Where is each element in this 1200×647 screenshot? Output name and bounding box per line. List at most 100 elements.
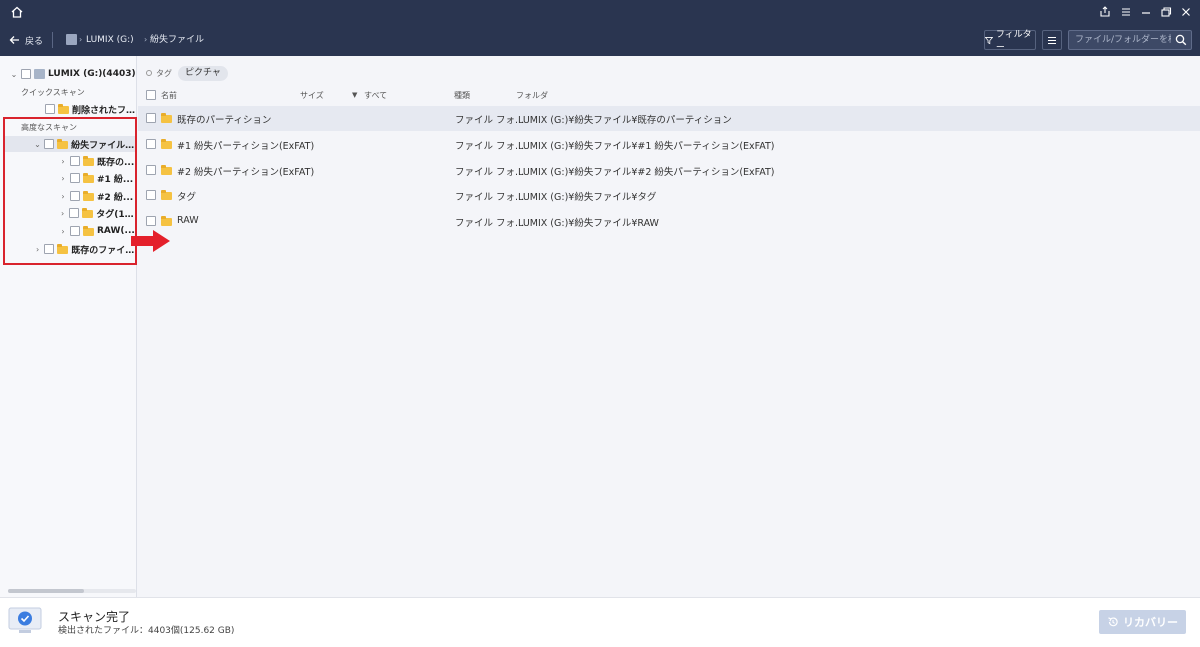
table-row[interactable]: #1 紛失パーティション(ExFAT) ファイル フォ... LUMIX (G:… xyxy=(138,132,1200,157)
chevron-right-icon[interactable]: › xyxy=(59,157,67,166)
title-bar xyxy=(0,0,1200,24)
tree-item-child[interactable]: › タグ(14... xyxy=(59,205,137,221)
breadcrumb-lost-files[interactable]: 紛失ファイル xyxy=(150,32,204,48)
chevron-right-icon[interactable]: › xyxy=(59,174,67,183)
chevron-right-icon[interactable]: › xyxy=(34,245,41,254)
table-row[interactable]: タグ ファイル フォ... LUMIX (G:)¥紛失ファイル¥タグ xyxy=(138,183,1200,208)
sidebar-tree: ⌄ LUMIX (G:)(4403) クイックスキャン 削除されたファ... 高… xyxy=(0,56,137,597)
tree-item-existing[interactable]: › 既存のファイル... xyxy=(34,241,137,257)
filter-icon xyxy=(985,36,993,44)
dropdown-caret-icon[interactable]: ▼ xyxy=(352,91,357,99)
menu-icon[interactable] xyxy=(1118,4,1134,20)
tree-item-child[interactable]: › 既存の... xyxy=(59,153,137,169)
column-folder[interactable]: フォルダ xyxy=(516,90,548,101)
folder-icon xyxy=(161,216,172,226)
tree-checkbox[interactable] xyxy=(70,191,80,201)
tree-label: 既存の... xyxy=(97,157,135,168)
recover-button[interactable]: リカバリー xyxy=(1099,610,1186,634)
list-view-button[interactable] xyxy=(1042,30,1062,50)
chevron-down-icon[interactable]: ⌄ xyxy=(34,140,41,149)
tree-checkbox[interactable] xyxy=(70,226,80,236)
row-checkbox[interactable] xyxy=(146,139,156,149)
row-name: #1 紛失パーティション(ExFAT) xyxy=(177,141,315,152)
chevron-right-icon[interactable]: › xyxy=(59,227,67,236)
arrow-left-icon xyxy=(9,36,19,44)
row-checkbox[interactable] xyxy=(146,216,156,226)
chevron-right-icon[interactable]: › xyxy=(59,192,67,201)
row-name: #2 紛失パーティション(ExFAT) xyxy=(177,167,315,178)
folder-icon xyxy=(161,165,172,175)
row-folder: LUMIX (G:)¥紛失ファイル¥既存のパーティション xyxy=(518,115,732,126)
folder-icon xyxy=(57,244,69,254)
row-name: 既存のパーティション xyxy=(177,115,272,126)
table-row[interactable]: 既存のパーティション ファイル フォ... LUMIX (G:)¥紛失ファイル¥… xyxy=(138,106,1200,131)
minimize-icon[interactable] xyxy=(1138,4,1154,20)
tag-label: タグ xyxy=(156,68,172,78)
folder-icon xyxy=(82,208,94,218)
status-subtitle: 検出されたファイル：4403個(125.62 GB) xyxy=(58,626,235,636)
row-checkbox[interactable] xyxy=(146,113,156,123)
folder-icon xyxy=(83,156,94,166)
tree-item-root[interactable]: ⌄ LUMIX (G:)(4403) xyxy=(10,66,137,82)
tree-checkbox[interactable] xyxy=(70,173,80,183)
search-input[interactable] xyxy=(1075,33,1171,47)
tree-item-child[interactable]: › #1 紛... xyxy=(59,170,137,186)
scan-complete-icon xyxy=(8,607,42,633)
search-icon[interactable] xyxy=(1175,34,1187,46)
recover-label: リカバリー xyxy=(1123,616,1178,629)
filter-label: フィルター xyxy=(995,30,1032,53)
row-type: ファイル フォ... xyxy=(455,141,525,152)
tree-checkbox[interactable] xyxy=(45,104,55,114)
column-filter-all[interactable]: すべて xyxy=(364,90,387,101)
tree-item-lost-files[interactable]: ⌄ 紛失ファイル(4... xyxy=(34,136,137,152)
scrollbar-thumb[interactable] xyxy=(8,589,84,593)
share-icon[interactable] xyxy=(1097,4,1113,20)
list-icon xyxy=(1048,36,1056,44)
tree-label: #1 紛... xyxy=(97,174,134,185)
tag-filter-bar: タグ ピクチャ xyxy=(146,65,228,81)
row-folder: LUMIX (G:)¥紛失ファイル¥RAW xyxy=(518,218,659,229)
tree-checkbox[interactable] xyxy=(70,156,80,166)
column-name[interactable]: 名前 xyxy=(161,90,177,101)
folder-icon xyxy=(161,139,172,149)
restore-icon[interactable] xyxy=(1158,4,1174,20)
tree-checkbox[interactable] xyxy=(44,139,55,149)
tree-label: LUMIX (G:)(4403) xyxy=(48,69,136,79)
tree-item-child[interactable]: › RAW(... xyxy=(59,223,137,239)
restore-history-icon xyxy=(1108,617,1118,627)
tree-checkbox[interactable] xyxy=(21,69,31,79)
row-name: RAW xyxy=(177,215,199,226)
sidebar-scrollbar[interactable] xyxy=(8,589,136,593)
chevron-right-icon[interactable]: › xyxy=(59,209,66,218)
status-bar: スキャン完了 検出されたファイル：4403個(125.62 GB) リカバリー xyxy=(0,597,1200,647)
folder-icon xyxy=(58,104,69,114)
back-button[interactable]: 戻る xyxy=(9,33,43,47)
row-type: ファイル フォ... xyxy=(455,115,525,126)
row-checkbox[interactable] xyxy=(146,165,156,175)
tree-checkbox[interactable] xyxy=(44,244,55,254)
close-icon[interactable] xyxy=(1178,4,1194,20)
row-folder: LUMIX (G:)¥紛失ファイル¥#2 紛失パーティション(ExFAT) xyxy=(518,167,775,178)
table-row[interactable]: #2 紛失パーティション(ExFAT) ファイル フォ... LUMIX (G:… xyxy=(138,158,1200,183)
breadcrumb-drive[interactable]: LUMIX (G:) xyxy=(86,32,134,48)
nav-bar: 戻る › LUMIX (G:) › 紛失ファイル フィルター xyxy=(0,24,1200,56)
tree-item-deleted[interactable]: 削除されたファ... xyxy=(45,101,137,117)
tree-checkbox[interactable] xyxy=(69,208,80,218)
home-icon[interactable] xyxy=(9,4,25,20)
tag-chip-picture[interactable]: ピクチャ xyxy=(178,65,228,81)
row-type: ファイル フォ... xyxy=(455,218,525,229)
tree-label: タグ(14... xyxy=(96,209,137,220)
row-type: ファイル フォ... xyxy=(455,167,525,178)
tree-item-child[interactable]: › #2 紛... xyxy=(59,188,137,204)
table-row[interactable]: RAW ファイル フォ... LUMIX (G:)¥紛失ファイル¥RAW xyxy=(138,209,1200,234)
row-checkbox[interactable] xyxy=(146,190,156,200)
column-size[interactable]: サイズ xyxy=(300,90,324,101)
back-label: 戻る xyxy=(25,36,44,47)
column-type[interactable]: 種類 xyxy=(454,90,470,101)
folder-icon xyxy=(161,113,172,123)
chevron-down-icon[interactable]: ⌄ xyxy=(10,70,18,79)
quick-scan-label: クイックスキャン xyxy=(21,88,85,97)
select-all-checkbox[interactable] xyxy=(146,90,156,100)
filter-button[interactable]: フィルター xyxy=(984,30,1036,53)
row-type: ファイル フォ... xyxy=(455,192,525,203)
